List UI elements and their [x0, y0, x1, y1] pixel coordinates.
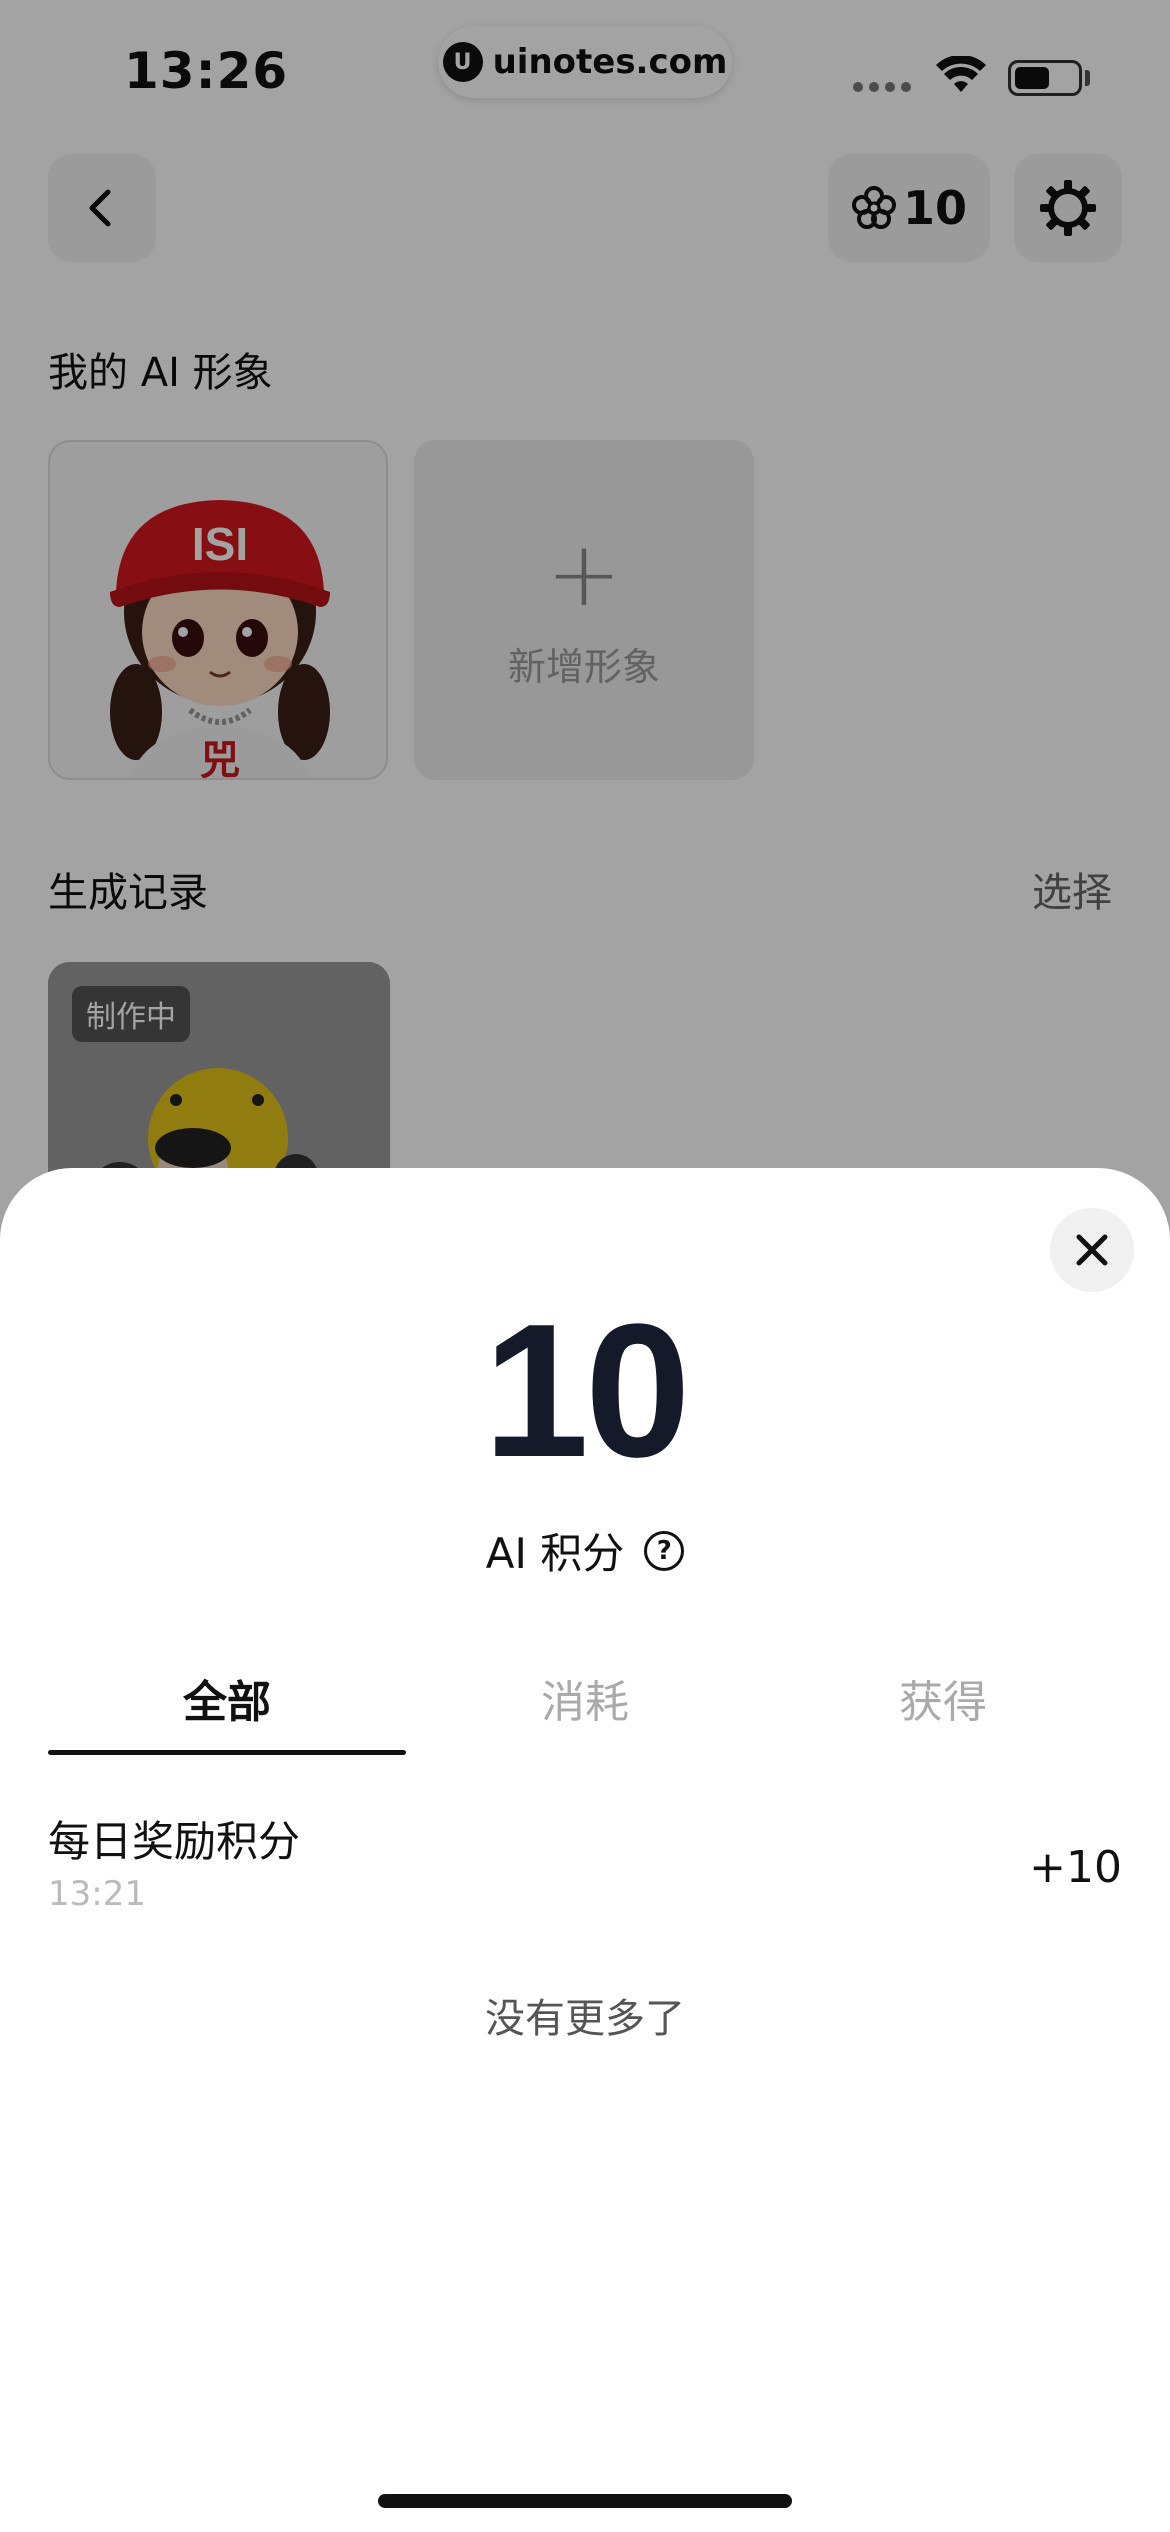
record-time: 13:21 [48, 1874, 146, 1914]
points-tabs: 全部 消耗 获得 [48, 1658, 1122, 1758]
tab-earned[interactable]: 获得 [764, 1658, 1122, 1758]
record-amount: +10 [1029, 1842, 1122, 1893]
points-balance: 10 [483, 1285, 690, 1497]
help-icon[interactable]: ? [644, 1530, 685, 1571]
close-button[interactable] [1050, 1208, 1134, 1292]
record-name: 每日奖励积分 [48, 1817, 301, 1866]
home-indicator[interactable] [378, 2494, 792, 2508]
points-record-row: 每日奖励积分 13:21 +10 [48, 1808, 1122, 1928]
points-label-row: AI 积分 ? [0, 1520, 1170, 1581]
points-label: AI 积分 [485, 1529, 625, 1578]
no-more-text: 没有更多了 [485, 1996, 685, 2042]
tab-all[interactable]: 全部 [48, 1658, 406, 1758]
close-icon [1076, 1234, 1108, 1266]
points-bottom-sheet: 10 AI 积分 ? 全部 消耗 获得 每日奖励积分 13:21 +10 没有更… [0, 1168, 1170, 2532]
tab-consumed[interactable]: 消耗 [406, 1658, 764, 1758]
